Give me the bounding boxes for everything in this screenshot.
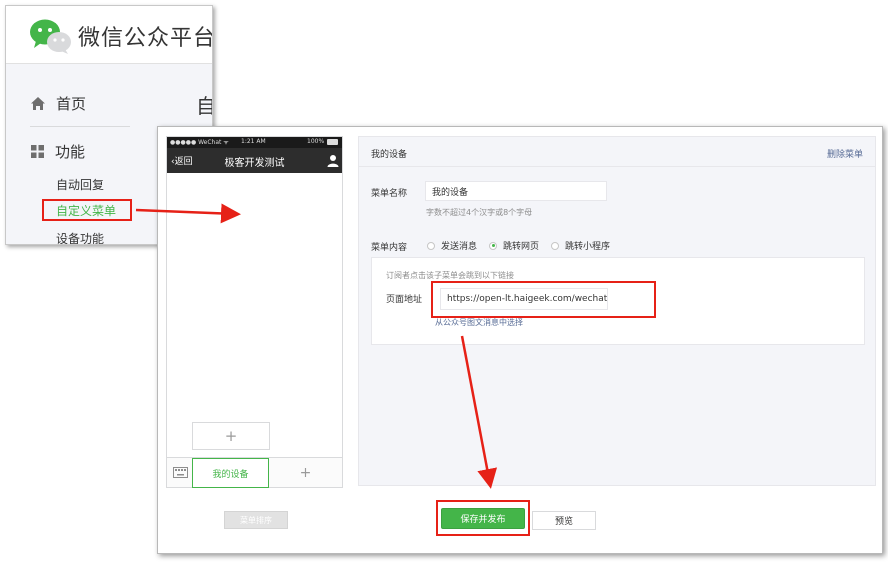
menu-name-label: 菜单名称 <box>371 189 408 199</box>
radio-send-message-label: 发送消息 <box>441 242 478 252</box>
battery-text: 100% <box>307 138 325 145</box>
sidebar-item-home-label: 首页 <box>56 94 87 113</box>
phone-menu-bar: 我的设备 + <box>167 457 342 488</box>
radio-circle-icon <box>427 241 435 250</box>
sidebar-item-function[interactable]: 功能 <box>30 140 85 162</box>
add-sub-menu-button[interactable]: + <box>192 422 270 450</box>
radio-jump-mini-program[interactable]: 跳转小程序 <box>551 239 610 252</box>
webpage-config-description: 订阅者点击该子菜单会跳到以下链接 <box>386 271 514 280</box>
menu-item-my-device[interactable]: 我的设备 <box>192 458 269 488</box>
editor-header: 我的设备 删除菜单 <box>359 137 875 167</box>
radio-jump-mini-program-label: 跳转小程序 <box>565 242 611 252</box>
phone-preview: ●●●●● WeChat ᯤ 1:21 AM 100% ‹返回 极客开发测试 + <box>166 136 343 488</box>
home-icon <box>31 96 45 110</box>
sidebar-item-function-label: 功能 <box>55 142 86 161</box>
keyboard-icon <box>173 467 188 478</box>
menu-sort-button[interactable]: 菜单排序 <box>224 511 288 529</box>
delete-menu-link[interactable]: 删除菜单 <box>827 147 863 160</box>
user-icon[interactable] <box>327 154 339 167</box>
save-publish-button[interactable]: 保存并发布 <box>441 508 525 529</box>
radio-circle-icon <box>551 241 559 250</box>
page-url-label: 页面地址 <box>386 295 423 305</box>
phone-status-bar: ●●●●● WeChat ᯤ 1:21 AM 100% <box>167 137 342 148</box>
sidebar-item-home[interactable]: 首页 <box>30 92 86 114</box>
phone-account-title: 极客开发测试 <box>224 158 285 169</box>
phone-nav-bar: ‹返回 极客开发测试 <box>167 148 342 173</box>
radio-send-message[interactable]: 发送消息 <box>427 239 477 252</box>
sidebar-divider <box>30 126 130 127</box>
menu-name-input[interactable] <box>425 181 607 201</box>
sidebar-item-auto-reply[interactable]: 自动回复 <box>56 176 104 193</box>
battery-icon <box>327 139 338 145</box>
brand-name: 微信公众平台 <box>78 26 213 51</box>
select-from-articles-link[interactable]: 从公众号图文消息中选择 <box>435 317 523 328</box>
menu-content-label: 菜单内容 <box>371 243 408 253</box>
radio-checked-icon <box>489 241 497 250</box>
sidebar-item-device[interactable]: 设备功能 <box>56 230 104 244</box>
add-menu-button[interactable]: + <box>269 458 342 488</box>
status-time: 1:21 AM <box>241 138 266 145</box>
menu-editor-window: ●●●●● WeChat ᯤ 1:21 AM 100% ‹返回 极客开发测试 + <box>157 126 883 554</box>
page-title-fragment: 自 <box>196 90 212 119</box>
webpage-config-box: 订阅者点击该子菜单会跳到以下链接 页面地址 从公众号图文消息中选择 <box>371 257 865 345</box>
menu-name-hint: 字数不超过4个汉字或8个字母 <box>426 208 533 217</box>
editor-title: 我的设备 <box>371 150 408 160</box>
menu-settings-panel: 我的设备 删除菜单 菜单名称 字数不超过4个汉字或8个字母 菜单内容 发送消息 … <box>358 136 876 486</box>
back-header: 微信公众平台 <box>6 6 213 64</box>
wechat-logo-icon <box>30 19 71 54</box>
grid-icon <box>31 144 44 158</box>
preview-button[interactable]: 预览 <box>532 511 596 530</box>
sidebar-item-custom-menu[interactable]: 自定义菜单 <box>42 199 132 221</box>
radio-jump-webpage-label: 跳转网页 <box>503 242 540 252</box>
radio-jump-webpage[interactable]: 跳转网页 <box>489 239 539 252</box>
carrier-text: ●●●●● WeChat ᯤ <box>170 139 229 146</box>
url-highlight-box <box>431 281 656 318</box>
